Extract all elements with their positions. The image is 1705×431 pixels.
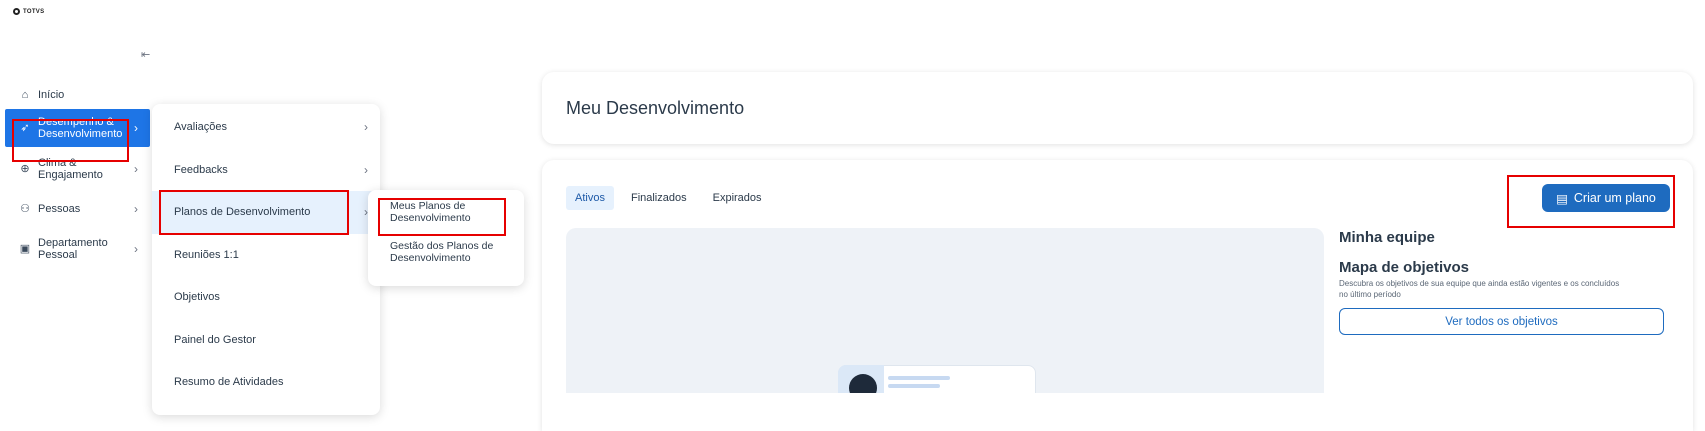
chevron-right-icon: › [134,201,138,216]
sidebar-item-pessoas[interactable]: ⚇ Pessoas › [5,190,150,227]
sidebar-item-inicio[interactable]: ⌂ Início [5,82,150,107]
submenu-item-resumo[interactable]: Resumo de Atividades [152,361,380,404]
sidebar-item-desempenho[interactable]: ➶ Desempenho & Desenvolvimento › [5,109,150,147]
submenu-desempenho: Avaliações › Feedbacks › Planos de Desen… [152,104,380,415]
sidebar-nav: ⌂ Início ➶ Desempenho & Desenvolvimento ›… [5,82,150,270]
submenu-item-objetivos[interactable]: Objetivos [152,276,380,319]
submenu-item-gestao-planos[interactable]: Gestão dos Planos de Desenvolvimento [390,240,524,264]
chevron-right-icon: › [364,120,368,135]
submenu-item-label: Objetivos [174,291,220,304]
title-card: Meu Desenvolvimento [542,72,1693,144]
submenu-item-label: Avaliações [174,121,227,134]
chevron-right-icon: › [134,121,138,135]
sidebar-item-label: Pessoas [38,202,81,215]
submenu-item-feedbacks[interactable]: Feedbacks › [152,149,380,192]
tab-expirados[interactable]: Expirados [704,186,771,210]
tab-ativos[interactable]: Ativos [566,186,614,210]
submenu-item-painel[interactable]: Painel do Gestor [152,319,380,362]
illustration-line [888,384,940,388]
add-document-icon: ▤ [1556,191,1568,206]
submenu-item-reunioes[interactable]: Reuniões 1:1 [152,234,380,277]
view-all-objectives-button[interactable]: Ver todos os objetivos [1339,308,1664,335]
submenu-item-label: Painel do Gestor [174,333,256,346]
sidebar-item-clima[interactable]: ⊕ Clima & Engajamento › [5,147,150,190]
sidebar-item-label: Desempenho & Desenvolvimento [38,116,123,140]
sidebar-item-label: Clima & Engajamento [38,156,103,181]
empty-state-illustration [566,228,1324,393]
sidebar-item-label: Início [38,88,65,101]
logo-mark-icon [13,8,20,15]
page-title: Meu Desenvolvimento [566,98,745,118]
search-heart-icon: ⊕ [20,162,30,175]
create-plan-label: Criar um plano [1573,191,1656,205]
badge-icon: ▣ [19,242,31,255]
illustration-line [888,376,950,380]
submenu-item-label: Planos de Desenvolvimento [174,206,311,219]
submenu-item-label: Feedbacks [174,163,228,176]
logo-text: TOTVS [23,8,45,15]
sidebar-item-label: Departamento Pessoal [38,236,108,261]
submenu-planos: Meus Planos de Desenvolvimento Gestão dos… [368,190,524,286]
submenu-item-meus-planos[interactable]: Meus Planos de Desenvolvimento [390,200,524,224]
tab-finalizados[interactable]: Finalizados [622,186,696,210]
map-description: Descubra os objetivos de sua equipe que … [1339,279,1620,299]
people-icon: ⚇ [20,202,30,215]
map-title: Mapa de objetivos [1339,259,1470,276]
chevron-right-icon: › [134,241,138,256]
plan-tabs: Ativos Finalizados Expirados [566,186,771,210]
submenu-item-label: Resumo de Atividades [174,376,284,389]
sidebar-item-departamento[interactable]: ▣ Departamento Pessoal › [5,227,150,270]
submenu-item-label: Reuniões 1:1 [174,248,239,261]
rocket-icon: ➶ [20,122,30,134]
submenu-item-avaliacoes[interactable]: Avaliações › [152,106,380,149]
chevron-right-icon: › [134,161,138,176]
home-icon: ⌂ [21,88,29,101]
chevron-right-icon: › [364,162,368,177]
collapse-left-icon[interactable]: ⇤ [141,48,150,61]
totvs-logo: TOTVS [13,8,44,15]
team-title: Minha equipe [1339,229,1435,246]
submenu-item-planos[interactable]: Planos de Desenvolvimento › [152,191,380,234]
create-plan-button[interactable]: ▤ Criar um plano [1542,184,1670,212]
